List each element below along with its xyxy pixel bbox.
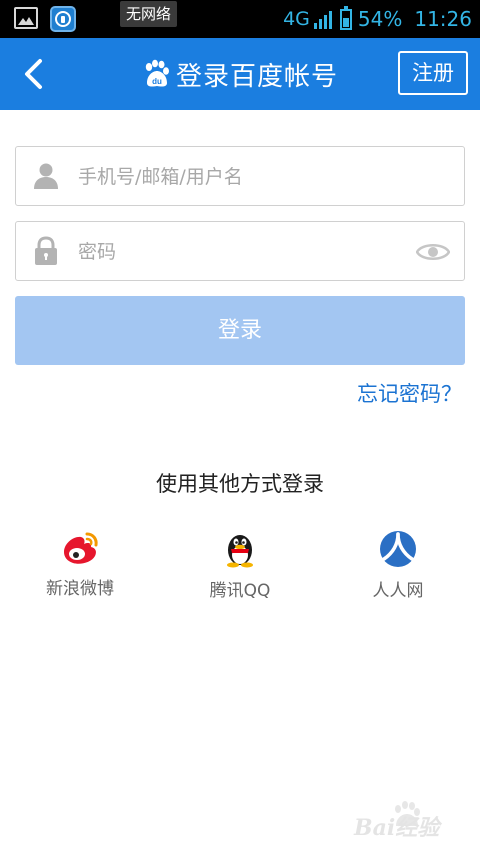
password-field[interactable] [15,221,465,281]
gallery-icon [14,7,38,29]
baidu-paw-logo: du [145,59,169,87]
weibo-label: 新浪微博 [46,579,114,599]
clock: 11:26 [414,7,472,31]
watermark-text: Bai经验 [354,815,440,841]
qq-penguin-icon [227,535,253,568]
username-field[interactable] [15,146,465,206]
renren-login-button[interactable]: 人人网 [338,530,458,601]
weibo-icon [64,532,98,564]
no-network-toast: 无网络 [120,1,178,27]
status-bar: 无网络 4G 54% 11:26 [0,0,480,38]
app-notification-icon [50,6,76,32]
page-title: 登录百度帐号 [175,61,338,92]
login-button[interactable]: 登录 [15,296,465,365]
show-password-eye-icon[interactable] [416,240,450,264]
weibo-login-button[interactable]: 新浪微博 [20,530,140,599]
status-right: 4G 54% 11:26 [283,0,472,38]
header-bar: du 登录百度帐号 注册 [0,38,480,110]
lock-icon [35,236,57,265]
password-input[interactable] [76,232,410,272]
renren-label: 人人网 [372,581,424,601]
signal-icon [313,9,332,29]
battery-percent: 54% [357,7,403,31]
register-button[interactable]: 注册 [398,51,468,95]
other-login-title: 使用其他方式登录 [156,472,324,496]
network-type: 4G [283,8,310,30]
baidu-jingyan-watermark: Bai经验 [348,800,458,841]
svg-text:du: du [152,77,162,86]
renren-icon [380,531,416,567]
user-icon [34,163,58,189]
qq-login-button[interactable]: 腾讯QQ [180,530,300,601]
forgot-password-link[interactable]: 忘记密码？ [357,378,462,408]
qq-label: 腾讯QQ [209,581,271,601]
battery-icon [339,5,352,30]
username-input[interactable] [76,157,410,197]
